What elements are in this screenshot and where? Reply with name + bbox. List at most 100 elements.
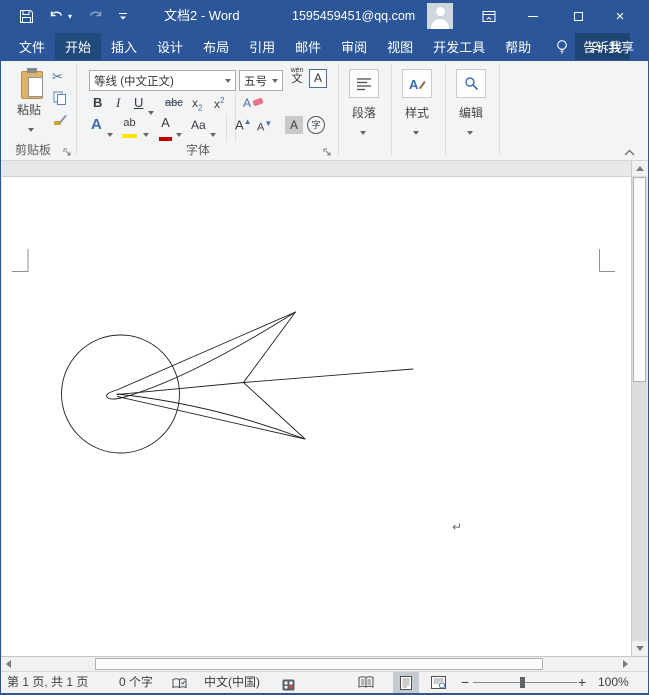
paste-dropdown-icon[interactable]	[28, 119, 34, 137]
shrink-font-button[interactable]: A▼	[257, 119, 272, 134]
language-indicator[interactable]: 中文(中国)	[204, 672, 260, 693]
tab-home[interactable]: 开始	[55, 33, 101, 60]
lightbulb-icon	[555, 39, 569, 55]
font-group-label: 字体	[186, 141, 210, 158]
clipboard-group-label: 剪贴板	[15, 141, 51, 158]
horizontal-scroll-thumb[interactable]	[95, 658, 543, 670]
tab-file[interactable]: 文件	[9, 33, 55, 60]
change-case-button[interactable]: Aa	[191, 118, 206, 132]
vertical-scroll-thumb[interactable]	[633, 177, 646, 382]
ribbon-display-options-icon[interactable]	[472, 0, 506, 32]
styles-icon: A	[408, 76, 426, 92]
font-family-value: 等线 (中文正文)	[94, 73, 174, 89]
tab-references[interactable]: 引用	[239, 33, 285, 60]
find-icon	[464, 76, 479, 91]
svg-text:A: A	[409, 77, 419, 92]
tab-developer[interactable]: 开发工具	[423, 33, 495, 60]
copy-icon[interactable]	[53, 91, 67, 110]
text-effects-dropdown-icon[interactable]	[107, 124, 113, 142]
print-layout-button[interactable]	[393, 672, 419, 693]
change-case-dropdown-icon[interactable]	[210, 124, 216, 142]
vertical-scrollbar[interactable]	[631, 161, 647, 656]
styles-dropdown-icon[interactable]	[413, 122, 419, 140]
undo-dropdown-icon[interactable]: ▾	[68, 12, 72, 21]
subscript-button[interactable]: x2	[192, 96, 202, 112]
editing-group-label: 编辑	[459, 104, 483, 121]
maximize-button[interactable]	[561, 0, 595, 32]
redo-icon[interactable]	[87, 10, 103, 23]
font-color-dropdown-icon[interactable]	[176, 124, 182, 142]
text-effects-button[interactable]: A	[91, 116, 102, 133]
paste-label[interactable]: 粘贴	[17, 101, 41, 118]
drawn-bottom-line	[118, 397, 306, 440]
italic-button[interactable]: I	[116, 95, 120, 111]
font-size-combobox[interactable]: 五号	[239, 70, 283, 91]
character-shading-button[interactable]: A	[285, 116, 303, 134]
page-indicator[interactable]: 第 1 页, 共 1 页	[7, 672, 88, 693]
tab-mailings[interactable]: 邮件	[285, 33, 331, 60]
drawn-notch-upper-line	[244, 312, 296, 383]
bold-button[interactable]: B	[93, 95, 102, 110]
font-color-button[interactable]: A	[159, 116, 172, 143]
font-family-combobox[interactable]: 等线 (中文正文)	[89, 70, 236, 91]
scroll-left-icon[interactable]	[1, 657, 16, 671]
format-painter-icon[interactable]	[53, 113, 67, 132]
account-email[interactable]: 1595459451@qq.com	[292, 0, 415, 32]
tab-review[interactable]: 审阅	[331, 33, 377, 60]
clipboard-dialog-launcher-icon[interactable]	[63, 144, 73, 154]
share-button[interactable]: 共享	[589, 32, 634, 61]
clear-formatting-icon[interactable]: A	[243, 94, 264, 112]
superscript-button[interactable]: x2	[214, 96, 224, 111]
avatar[interactable]	[427, 3, 453, 29]
drawn-top-spike	[107, 312, 296, 399]
macro-record-icon[interactable]	[282, 677, 295, 695]
zoom-slider-thumb[interactable]	[520, 677, 525, 688]
highlight-button[interactable]: ab	[122, 117, 137, 141]
proofing-status-icon[interactable]	[172, 676, 187, 695]
strikethrough-button[interactable]: abc	[165, 97, 183, 109]
cut-icon[interactable]: ✂	[52, 69, 63, 85]
minimize-button[interactable]	[516, 0, 550, 32]
paste-button[interactable]	[15, 67, 55, 129]
zoom-in-button[interactable]: +	[578, 672, 586, 693]
document-page[interactable]: ↵	[2, 176, 632, 656]
grow-font-button[interactable]: A▲	[235, 117, 252, 132]
web-layout-button[interactable]	[425, 672, 451, 693]
collapse-ribbon-icon[interactable]	[624, 143, 635, 150]
page-graphics	[2, 177, 632, 657]
word-count[interactable]: 0 个字	[119, 672, 153, 693]
paragraph-button[interactable]	[349, 69, 379, 98]
close-button[interactable]: ×	[603, 0, 637, 32]
paragraph-dropdown-icon[interactable]	[360, 122, 366, 140]
paragraph-mark: ↵	[452, 520, 462, 534]
styles-group-label: 样式	[405, 104, 429, 121]
styles-button[interactable]: A	[402, 69, 432, 98]
font-size-dropdown-icon[interactable]	[272, 79, 278, 83]
scroll-down-icon[interactable]	[632, 641, 648, 656]
underline-button[interactable]: U	[134, 95, 143, 110]
tab-layout[interactable]: 布局	[193, 33, 239, 60]
zoom-level[interactable]: 100%	[598, 672, 629, 693]
zoom-out-button[interactable]: −	[461, 672, 469, 693]
tab-design[interactable]: 设计	[147, 33, 193, 60]
tab-insert[interactable]: 插入	[101, 33, 147, 60]
character-border-icon[interactable]: A	[309, 69, 327, 88]
editing-button[interactable]	[456, 69, 486, 98]
save-icon[interactable]	[19, 9, 34, 24]
font-dialog-launcher-icon[interactable]	[323, 144, 333, 154]
underline-dropdown-icon[interactable]	[148, 102, 154, 120]
undo-button[interactable]: ▾	[49, 10, 72, 23]
phonetic-guide-icon[interactable]: wén 文	[287, 67, 307, 85]
tab-help[interactable]: 帮助	[495, 33, 541, 60]
read-mode-button[interactable]	[353, 672, 379, 693]
tab-view[interactable]: 视图	[377, 33, 423, 60]
font-family-dropdown-icon[interactable]	[225, 79, 231, 83]
zoom-slider-track[interactable]	[473, 682, 577, 683]
editing-dropdown-icon[interactable]	[467, 122, 473, 140]
customize-quick-access-icon[interactable]	[118, 11, 128, 21]
enclose-characters-button[interactable]: 字	[307, 116, 325, 134]
horizontal-scrollbar[interactable]	[1, 656, 633, 671]
highlight-dropdown-icon[interactable]	[143, 124, 149, 142]
freeform-drawing	[62, 312, 414, 453]
scroll-up-icon[interactable]	[632, 161, 648, 176]
